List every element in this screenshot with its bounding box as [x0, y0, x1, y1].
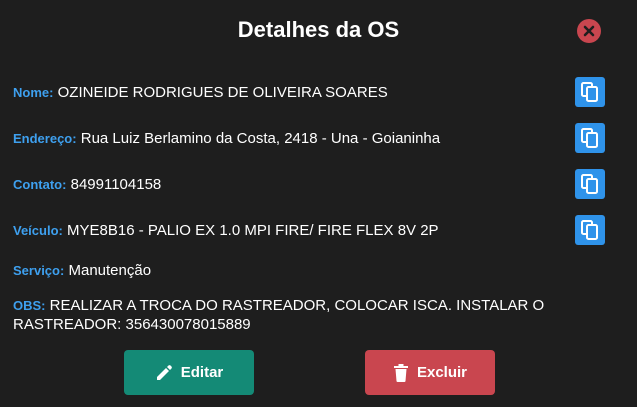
field-value: 84991104158: [70, 176, 162, 193]
edit-button-label: Editar: [180, 364, 224, 381]
copy-contato-button[interactable]: [575, 169, 605, 199]
field-label: Serviço:: [13, 263, 65, 278]
edit-button[interactable]: Editar: [124, 350, 254, 395]
trash-icon: [393, 363, 408, 382]
field-contato: Contato: 84991104158: [13, 175, 161, 194]
field-label: Veículo:: [13, 223, 63, 238]
field-endereco: Endereço: Rua Luiz Berlamino da Costa, 2…: [13, 129, 440, 148]
delete-button[interactable]: Excluir: [365, 350, 495, 395]
field-value: Manutenção: [68, 262, 152, 279]
copy-icon: [581, 82, 598, 102]
delete-button-label: Excluir: [416, 364, 468, 381]
field-label: Contato:: [13, 177, 67, 192]
close-button[interactable]: [577, 19, 601, 43]
pencil-icon: [156, 364, 172, 380]
copy-icon: [581, 128, 598, 148]
copy-icon: [581, 174, 598, 194]
field-veiculo: Veículo: MYE8B16 - PALIO EX 1.0 MPI FIRE…: [13, 221, 439, 240]
field-value: MYE8B16 - PALIO EX 1.0 MPI FIRE/ FIRE FL…: [67, 222, 439, 239]
field-obs: OBS: REALIZAR A TROCA DO RASTREADOR, COL…: [13, 296, 573, 334]
field-servico: Serviço: Manutenção: [13, 261, 151, 280]
copy-icon: [581, 220, 598, 240]
field-label: OBS:: [13, 298, 46, 313]
field-label: Nome:: [13, 85, 54, 100]
field-nome: Nome: OZINEIDE RODRIGUES DE OLIVEIRA SOA…: [13, 83, 388, 102]
copy-veiculo-button[interactable]: [575, 215, 605, 245]
field-value: REALIZAR A TROCA DO RASTREADOR, COLOCAR …: [13, 297, 545, 333]
field-label: Endereço:: [13, 131, 77, 146]
copy-endereco-button[interactable]: [575, 123, 605, 153]
field-value: OZINEIDE RODRIGUES DE OLIVEIRA SOARES: [57, 84, 388, 101]
field-value: Rua Luiz Berlamino da Costa, 2418 - Una …: [80, 130, 441, 147]
close-icon: [583, 25, 595, 37]
copy-nome-button[interactable]: [575, 77, 605, 107]
modal-title: Detalhes da OS: [237, 17, 400, 42]
